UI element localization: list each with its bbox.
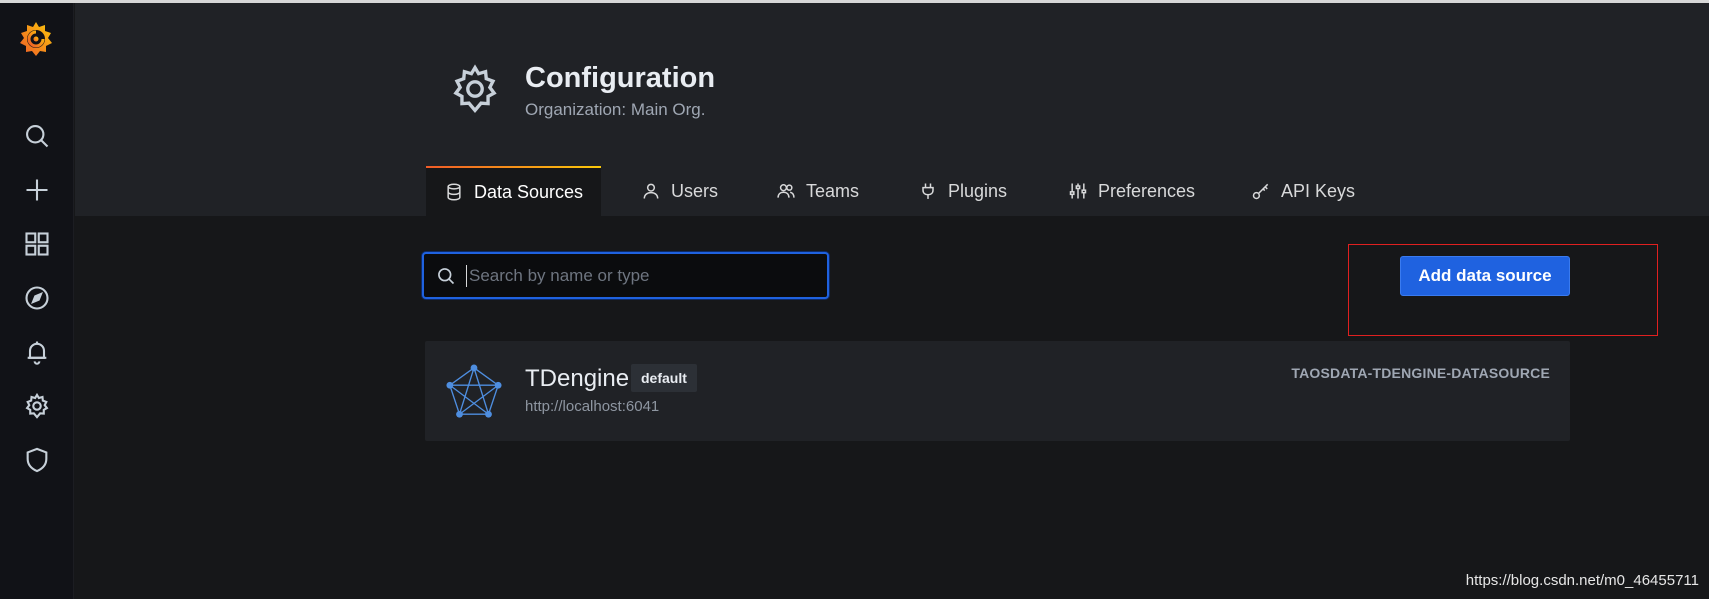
- search-icon: [438, 267, 455, 284]
- tab-preferences[interactable]: Preferences: [1068, 166, 1195, 216]
- tab-label: Preferences: [1098, 180, 1196, 201]
- user-icon: [643, 183, 659, 199]
- tab-label: Data Sources: [474, 181, 584, 202]
- page-header: [75, 3, 1709, 216]
- tab-plugins[interactable]: Plugins: [918, 166, 1007, 216]
- tab-teams[interactable]: Teams: [776, 166, 859, 216]
- gear-icon[interactable]: [22, 391, 52, 421]
- compass-icon[interactable]: [22, 283, 52, 313]
- default-badge: default: [631, 364, 697, 392]
- key-icon: [1252, 183, 1269, 200]
- shield-icon[interactable]: [22, 445, 52, 475]
- watermark: https://blog.csdn.net/m0_46455711: [1465, 572, 1699, 589]
- tab-users[interactable]: Users: [641, 166, 718, 216]
- grafana-logo-icon[interactable]: [16, 19, 56, 59]
- tab-label: API Keys: [1281, 180, 1356, 201]
- configuration-gear-icon: [448, 62, 502, 116]
- datasource-name: TDengine: [525, 365, 630, 392]
- tab-data-sources[interactable]: Data Sources: [426, 166, 602, 216]
- dashboards-icon[interactable]: [22, 229, 52, 259]
- bell-icon[interactable]: [22, 337, 52, 367]
- page-subtitle: Organization: Main Org.: [525, 100, 706, 119]
- datasource-url: http://localhost:6041: [525, 398, 660, 415]
- tab-label: Plugins: [948, 180, 1008, 201]
- sliders-icon: [1069, 183, 1087, 199]
- tdengine-logo-icon: [445, 363, 503, 421]
- database-icon: [447, 183, 461, 201]
- search-field[interactable]: [422, 252, 829, 299]
- plus-icon[interactable]: [22, 175, 52, 205]
- tab-api-keys[interactable]: API Keys: [1251, 166, 1355, 216]
- search-icon[interactable]: [22, 121, 52, 151]
- add-data-source-button[interactable]: Add data source: [1400, 256, 1570, 296]
- sidebar: [0, 3, 74, 599]
- tab-label: Users: [671, 180, 719, 201]
- datasource-card[interactable]: TDengine default http://localhost:6041 T…: [425, 341, 1570, 441]
- tab-label: Teams: [806, 180, 860, 201]
- page-title: Configuration: [525, 62, 716, 94]
- users-icon: [777, 184, 795, 198]
- plug-icon: [922, 183, 934, 199]
- search-input[interactable]: [467, 254, 827, 297]
- datasource-type: TAOSDATA-TDENGINE-DATASOURCE: [1291, 365, 1550, 381]
